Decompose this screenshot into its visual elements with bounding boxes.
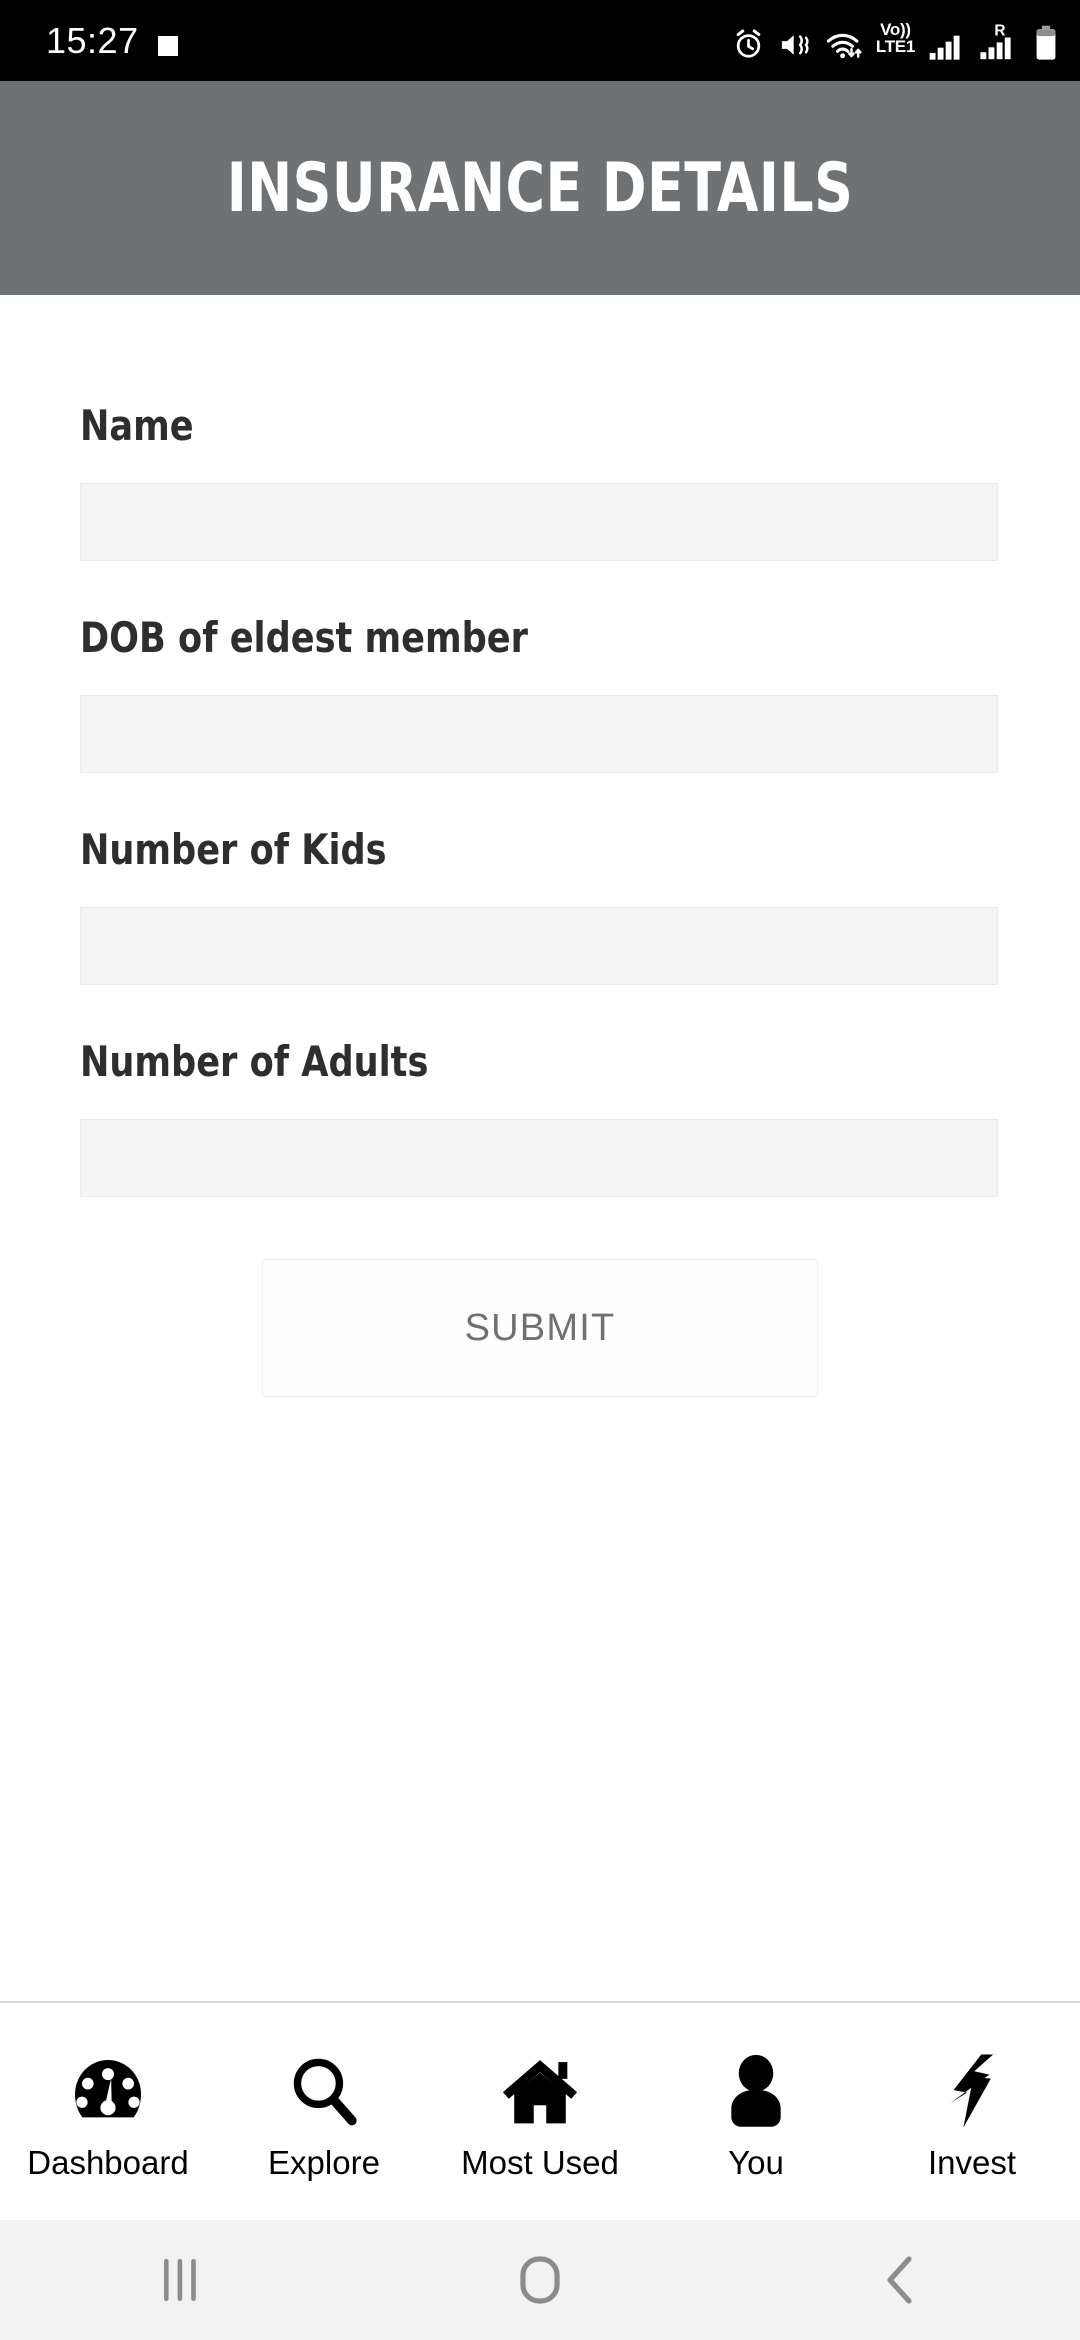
wifi-icon	[825, 21, 863, 61]
nav-label-invest: Invest	[927, 2144, 1017, 2181]
status-bar-left: 15:27	[46, 21, 183, 61]
input-name[interactable]	[80, 483, 998, 561]
nav-label-you: You	[728, 2144, 784, 2181]
volte-icon: Vo)) LTE1	[875, 19, 915, 61]
home-button-icon[interactable]	[440, 2220, 640, 2340]
field-group-adults: Number of Adults	[0, 1041, 1080, 1197]
search-icon	[287, 2052, 361, 2130]
signal-icon	[928, 21, 966, 61]
field-group-name: Name	[0, 405, 1080, 561]
input-dob-eldest-member[interactable]	[80, 695, 998, 773]
status-bar: 15:27 Vo)) LTE1 R	[0, 0, 1080, 81]
submit-button-wrapper: SUBMIT	[0, 1259, 1080, 1397]
submit-button[interactable]: SUBMIT	[262, 1259, 818, 1397]
label-number-of-adults: Number of Adults	[80, 1037, 429, 1086]
roaming-signal-icon: R	[979, 21, 1021, 61]
volte-line-2: LTE1	[875, 36, 915, 56]
field-group-kids: Number of Kids	[0, 829, 1080, 985]
lightning-bolt-icon	[942, 2052, 1002, 2130]
input-number-of-kids[interactable]	[80, 907, 998, 985]
person-icon	[723, 2052, 789, 2130]
nav-label-explore: Explore	[268, 2144, 380, 2181]
dashboard-gauge-icon	[69, 2052, 147, 2130]
status-bar-right: Vo)) LTE1 R	[732, 19, 1058, 61]
recents-icon[interactable]	[80, 2220, 280, 2340]
phone-screen: 15:27 Vo)) LTE1 R INSURANCE DETAILS Name…	[0, 0, 1080, 2340]
label-name: Name	[80, 401, 194, 450]
page-title: INSURANCE DETAILS	[226, 148, 854, 228]
mute-vibrate-icon	[778, 21, 812, 61]
input-number-of-adults[interactable]	[80, 1119, 998, 1197]
label-number-of-kids: Number of Kids	[80, 825, 387, 874]
main-content: Name DOB of eldest member Number of Kids…	[0, 295, 1080, 2001]
nav-item-you[interactable]: You	[648, 2003, 864, 2220]
status-bar-clock: 15:27	[46, 19, 139, 61]
volte-line-1: Vo))	[880, 19, 911, 39]
app-bar: INSURANCE DETAILS	[0, 81, 1080, 295]
svg-text:R: R	[994, 22, 1005, 39]
field-group-dob: DOB of eldest member	[0, 617, 1080, 773]
android-navigation-bar	[0, 2220, 1080, 2340]
back-icon[interactable]	[800, 2220, 1000, 2340]
label-dob-eldest-member: DOB of eldest member	[80, 613, 528, 662]
nav-label-dashboard: Dashboard	[27, 2144, 189, 2181]
home-icon	[499, 2052, 581, 2130]
battery-icon	[1034, 21, 1058, 61]
nav-item-explore[interactable]: Explore	[216, 2003, 432, 2220]
nav-item-dashboard[interactable]: Dashboard	[0, 2003, 216, 2220]
bottom-navigation-bar: Dashboard Explore Most Used You Invest	[0, 2001, 1080, 2220]
nav-item-invest[interactable]: Invest	[864, 2003, 1080, 2220]
nav-item-most-used[interactable]: Most Used	[432, 2003, 648, 2220]
insurance-details-form: Name DOB of eldest member Number of Kids…	[0, 405, 1080, 1397]
image-icon	[153, 21, 183, 61]
alarm-icon	[732, 21, 765, 61]
nav-label-most-used: Most Used	[461, 2144, 619, 2181]
